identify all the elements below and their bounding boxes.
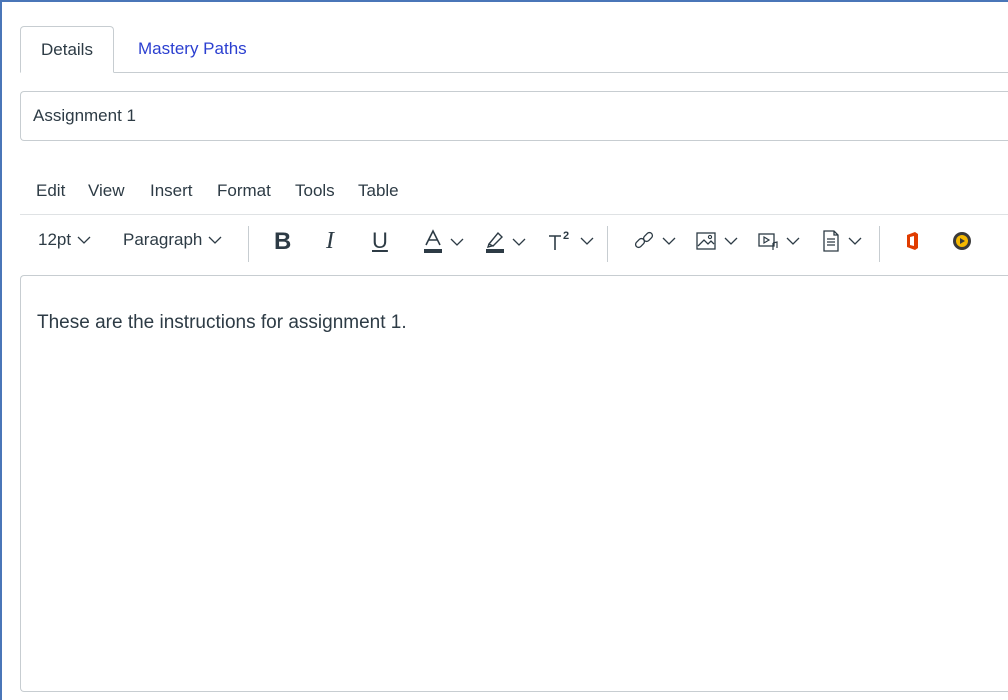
font-size-value: 12pt — [38, 230, 72, 249]
toolbar-separator — [248, 226, 249, 262]
chevron-down-icon — [208, 236, 222, 244]
highlight-icon — [486, 231, 504, 253]
chevron-down-icon — [662, 237, 676, 245]
editor-toolbar: 12pt Paragraph B I U 2 — [20, 216, 1008, 272]
chevron-down-icon — [512, 238, 526, 246]
menu-tools[interactable]: Tools — [295, 181, 335, 201]
editor-menubar: Edit View Insert Format Tools Table — [20, 170, 1008, 215]
menu-insert[interactable]: Insert — [150, 181, 193, 201]
text-color-icon — [424, 229, 442, 253]
media-record-button[interactable] — [952, 231, 972, 251]
image-button[interactable] — [694, 229, 738, 253]
menu-edit[interactable]: Edit — [36, 181, 65, 201]
tab-divider — [20, 72, 1008, 73]
editor-paragraph: These are the instructions for assignmen… — [37, 312, 407, 333]
document-button[interactable] — [820, 229, 862, 253]
media-icon — [758, 233, 778, 250]
block-format-select[interactable]: Paragraph — [123, 230, 222, 250]
tab-mastery-paths[interactable]: Mastery Paths — [118, 26, 267, 72]
underline-button[interactable]: U — [372, 228, 388, 254]
chevron-down-icon — [450, 238, 464, 246]
tab-details[interactable]: Details — [20, 26, 114, 73]
italic-button[interactable]: I — [326, 228, 334, 255]
menu-format[interactable]: Format — [217, 181, 271, 201]
toolbar-separator — [607, 226, 608, 262]
chevron-down-icon — [580, 237, 594, 245]
italic-icon: I — [326, 228, 334, 254]
tab-bar: Details Mastery Paths — [20, 26, 1008, 73]
toolbar-separator — [879, 226, 880, 262]
assignment-name-input[interactable]: Assignment 1 — [20, 91, 1008, 141]
document-icon — [823, 230, 839, 252]
office365-button[interactable] — [905, 232, 919, 250]
office365-icon — [907, 232, 918, 250]
superscript-button[interactable]: 2 — [546, 228, 594, 254]
editor-content-area[interactable]: These are the instructions for assignmen… — [20, 275, 1008, 692]
media-record-icon — [953, 232, 971, 250]
link-button[interactable] — [632, 229, 676, 253]
chevron-down-icon — [77, 236, 91, 244]
bold-button[interactable]: B — [274, 228, 291, 256]
block-format-value: Paragraph — [123, 230, 203, 249]
text-color-button[interactable] — [422, 229, 464, 255]
chevron-down-icon — [848, 237, 862, 245]
superscript-icon: 2 — [549, 230, 569, 250]
link-icon — [634, 231, 654, 249]
underline-icon: U — [372, 228, 388, 253]
menu-view[interactable]: View — [88, 181, 125, 201]
highlight-color-button[interactable] — [484, 229, 526, 255]
media-button[interactable] — [756, 229, 800, 253]
font-size-select[interactable]: 12pt — [38, 230, 91, 250]
menu-table[interactable]: Table — [358, 181, 399, 201]
svg-text:2: 2 — [563, 230, 569, 242]
image-icon — [696, 232, 716, 250]
chevron-down-icon — [724, 237, 738, 245]
chevron-down-icon — [786, 237, 800, 245]
bold-icon: B — [274, 228, 292, 255]
